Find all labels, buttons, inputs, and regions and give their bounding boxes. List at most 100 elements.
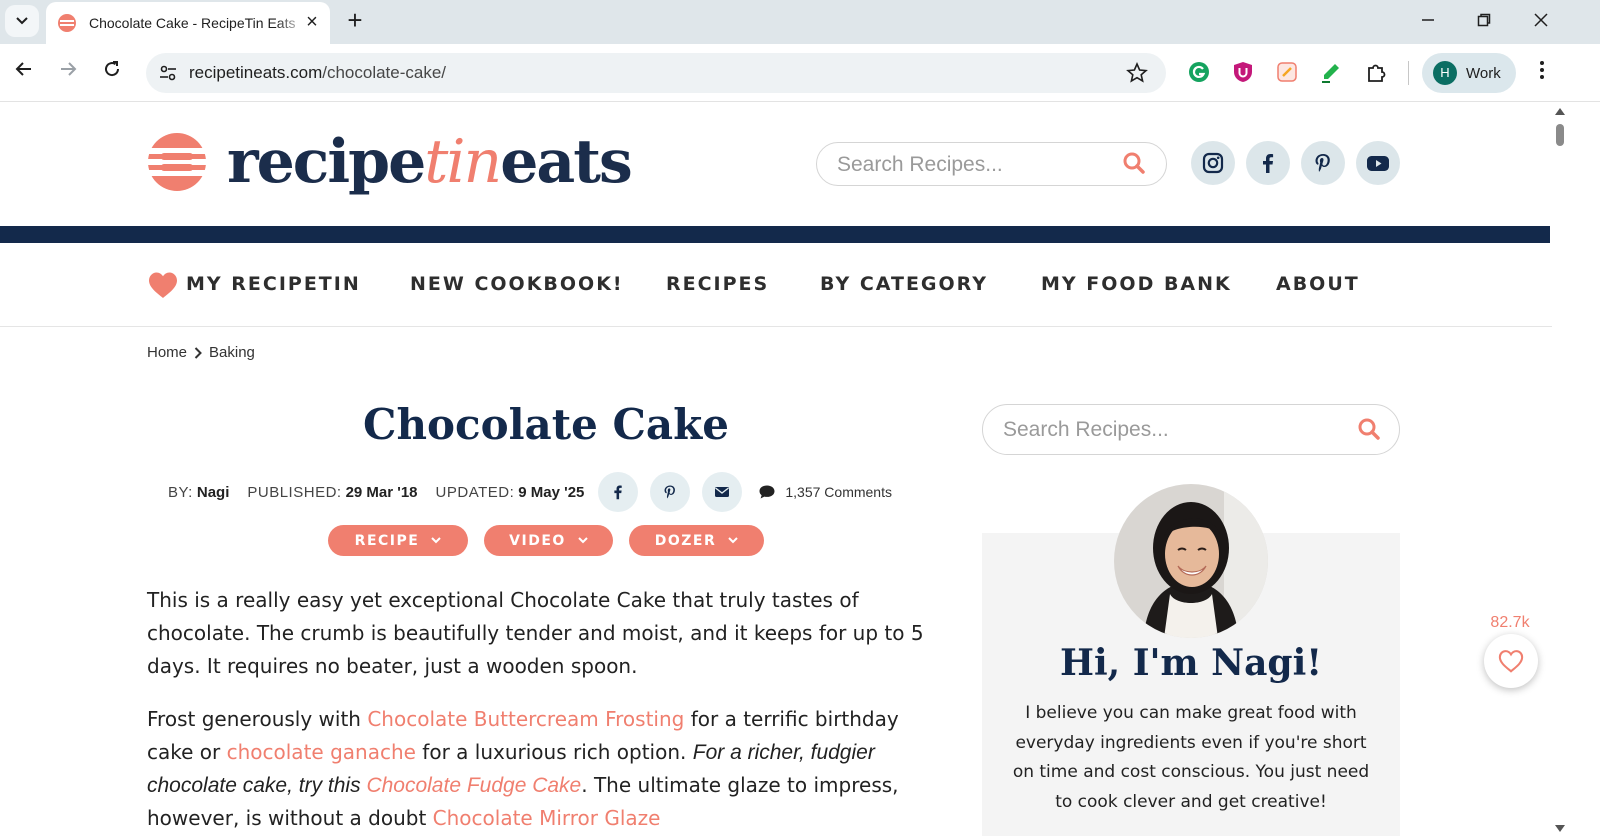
chocolate-fudge-cake-link[interactable]: Chocolate Fudge Cake xyxy=(366,774,581,797)
bookmark-star-icon[interactable] xyxy=(1126,62,1148,84)
header-search-input[interactable]: Search Recipes... xyxy=(816,142,1167,186)
comments-link[interactable]: 1,357 Comments xyxy=(758,484,892,500)
jump-to-recipe-button[interactable]: RECIPE xyxy=(328,525,468,556)
url-domain: recipetineats.com xyxy=(189,63,323,82)
comments-count: 1,357 Comments xyxy=(785,484,892,500)
scrollbar-thumb[interactable] xyxy=(1556,124,1564,146)
browser-tabstrip: Chocolate Cake - RecipeTin Eats × + xyxy=(0,0,1600,44)
facebook-button[interactable] xyxy=(1246,141,1290,185)
breadcrumb-home[interactable]: Home xyxy=(147,344,187,361)
updated-date: 9 May '25 xyxy=(518,483,585,501)
about-greeting: Hi, I'm Nagi! xyxy=(1059,642,1323,684)
jump-recipe-label: RECIPE xyxy=(354,532,420,549)
updated-label: UPDATED: xyxy=(435,483,515,501)
nav-item-new-cookbook[interactable]: NEW COOKBOOK! xyxy=(410,273,624,295)
facebook-icon xyxy=(1263,154,1274,173)
clipper-extension-icon[interactable] xyxy=(1276,61,1298,83)
address-bar[interactable]: recipetineats.com/chocolate-cake/ xyxy=(146,53,1166,93)
restore-window-button[interactable] xyxy=(1469,7,1499,35)
forward-button[interactable] xyxy=(52,56,84,88)
chocolate-mirror-glaze-link[interactable]: Chocolate Mirror Glaze xyxy=(433,806,661,830)
chevron-down-icon xyxy=(431,537,442,544)
breadcrumb-baking[interactable]: Baking xyxy=(209,344,255,361)
site-settings-icon[interactable] xyxy=(158,63,178,83)
author-photo xyxy=(1114,484,1268,638)
pinterest-icon xyxy=(1315,154,1330,172)
para2-text-a: Frost generously with xyxy=(147,707,368,731)
sidebar-search-placeholder: Search Recipes... xyxy=(1003,418,1169,441)
chevron-down-icon xyxy=(578,537,588,544)
scroll-down-arrow-icon[interactable] xyxy=(1555,825,1565,833)
close-window-button[interactable] xyxy=(1526,7,1556,35)
arrow-right-icon xyxy=(61,62,77,76)
nav-item-recipes[interactable]: RECIPES xyxy=(666,273,769,295)
header-search-placeholder: Search Recipes... xyxy=(837,153,1003,176)
jump-video-label: VIDEO xyxy=(509,532,566,549)
reload-button[interactable] xyxy=(96,56,128,88)
logo-wordmark: recipetineats xyxy=(227,127,633,197)
share-pinterest-button[interactable] xyxy=(650,472,691,512)
tab-title: Chocolate Cake - RecipeTin Eats xyxy=(89,15,296,31)
instagram-button[interactable] xyxy=(1191,141,1235,185)
highlighter-extension-icon[interactable] xyxy=(1320,61,1342,83)
browser-tab-active[interactable]: Chocolate Cake - RecipeTin Eats × xyxy=(46,2,330,44)
restore-icon xyxy=(1477,13,1491,27)
profile-avatar: H xyxy=(1433,61,1457,85)
site-logo[interactable]: recipetineats xyxy=(147,127,633,197)
logo-part-recipe: recipe xyxy=(227,127,426,197)
tab-search-button[interactable] xyxy=(5,5,39,37)
search-icon[interactable] xyxy=(1357,417,1381,441)
jump-to-video-button[interactable]: VIDEO xyxy=(484,525,613,556)
close-tab-icon[interactable]: × xyxy=(302,12,322,33)
para2-text-c: for a luxurious rich option. xyxy=(415,740,693,764)
grammarly-extension-icon[interactable] xyxy=(1188,61,1210,83)
sidebar-search-input[interactable]: Search Recipes... xyxy=(982,404,1400,455)
jump-to-dozer-button[interactable]: DOZER xyxy=(629,525,764,556)
logo-part-eats: eats xyxy=(500,127,633,197)
nav-item-about[interactable]: ABOUT xyxy=(1276,273,1360,295)
minimize-icon xyxy=(1422,19,1434,21)
share-email-button[interactable] xyxy=(702,472,743,512)
page-scrollbar[interactable] xyxy=(1552,102,1568,836)
close-icon xyxy=(1534,13,1548,27)
url-path: /chocolate-cake/ xyxy=(322,63,447,82)
nav-item-my-food-bank[interactable]: MY FOOD BANK xyxy=(1041,273,1232,295)
minimize-window-button[interactable] xyxy=(1413,7,1443,35)
youtube-button[interactable] xyxy=(1356,141,1400,185)
toolbar-divider xyxy=(1408,61,1409,85)
profile-button[interactable]: H Work xyxy=(1422,53,1516,93)
more-vertical-icon xyxy=(1540,61,1544,79)
youtube-icon xyxy=(1367,156,1389,171)
nav-item-by-category[interactable]: BY CATEGORY xyxy=(820,273,988,295)
share-facebook-button[interactable] xyxy=(598,472,639,512)
pinterest-button[interactable] xyxy=(1301,141,1345,185)
scroll-up-arrow-icon[interactable] xyxy=(1555,107,1565,115)
header-divider-bar xyxy=(0,226,1550,243)
published-label: PUBLISHED: xyxy=(247,483,342,501)
recipetineats-logo-icon xyxy=(147,133,207,191)
author-name[interactable]: Nagi xyxy=(197,484,230,501)
email-icon xyxy=(715,487,730,497)
chocolate-buttercream-link[interactable]: Chocolate Buttercream Frosting xyxy=(367,707,684,731)
intro-paragraph: This is a really easy yet exceptional Ch… xyxy=(147,588,924,678)
recipetineats-favicon-icon xyxy=(58,14,76,32)
chocolate-ganache-link[interactable]: chocolate ganache xyxy=(227,740,416,764)
ublock-extension-icon[interactable] xyxy=(1232,61,1254,83)
favorite-button[interactable] xyxy=(1484,634,1538,688)
heart-icon xyxy=(149,272,177,298)
by-label: BY: xyxy=(168,483,193,501)
profile-label: Work xyxy=(1466,64,1501,82)
reload-icon xyxy=(105,61,120,77)
browser-toolbar: recipetineats.com/chocolate-cake/ H Work xyxy=(0,44,1600,102)
chevron-down-icon xyxy=(16,17,28,25)
arrow-left-icon xyxy=(15,62,31,76)
extensions-puzzle-icon[interactable] xyxy=(1366,61,1388,83)
jump-dozer-label: DOZER xyxy=(654,532,717,549)
back-button[interactable] xyxy=(8,56,40,88)
browser-menu-button[interactable] xyxy=(1534,61,1550,85)
nav-item-my-recipetin[interactable]: MY RECIPETIN xyxy=(186,273,361,295)
url-text[interactable]: recipetineats.com/chocolate-cake/ xyxy=(189,63,446,83)
search-icon[interactable] xyxy=(1122,151,1146,175)
chevron-down-icon xyxy=(728,537,738,544)
new-tab-button[interactable]: + xyxy=(341,7,369,35)
